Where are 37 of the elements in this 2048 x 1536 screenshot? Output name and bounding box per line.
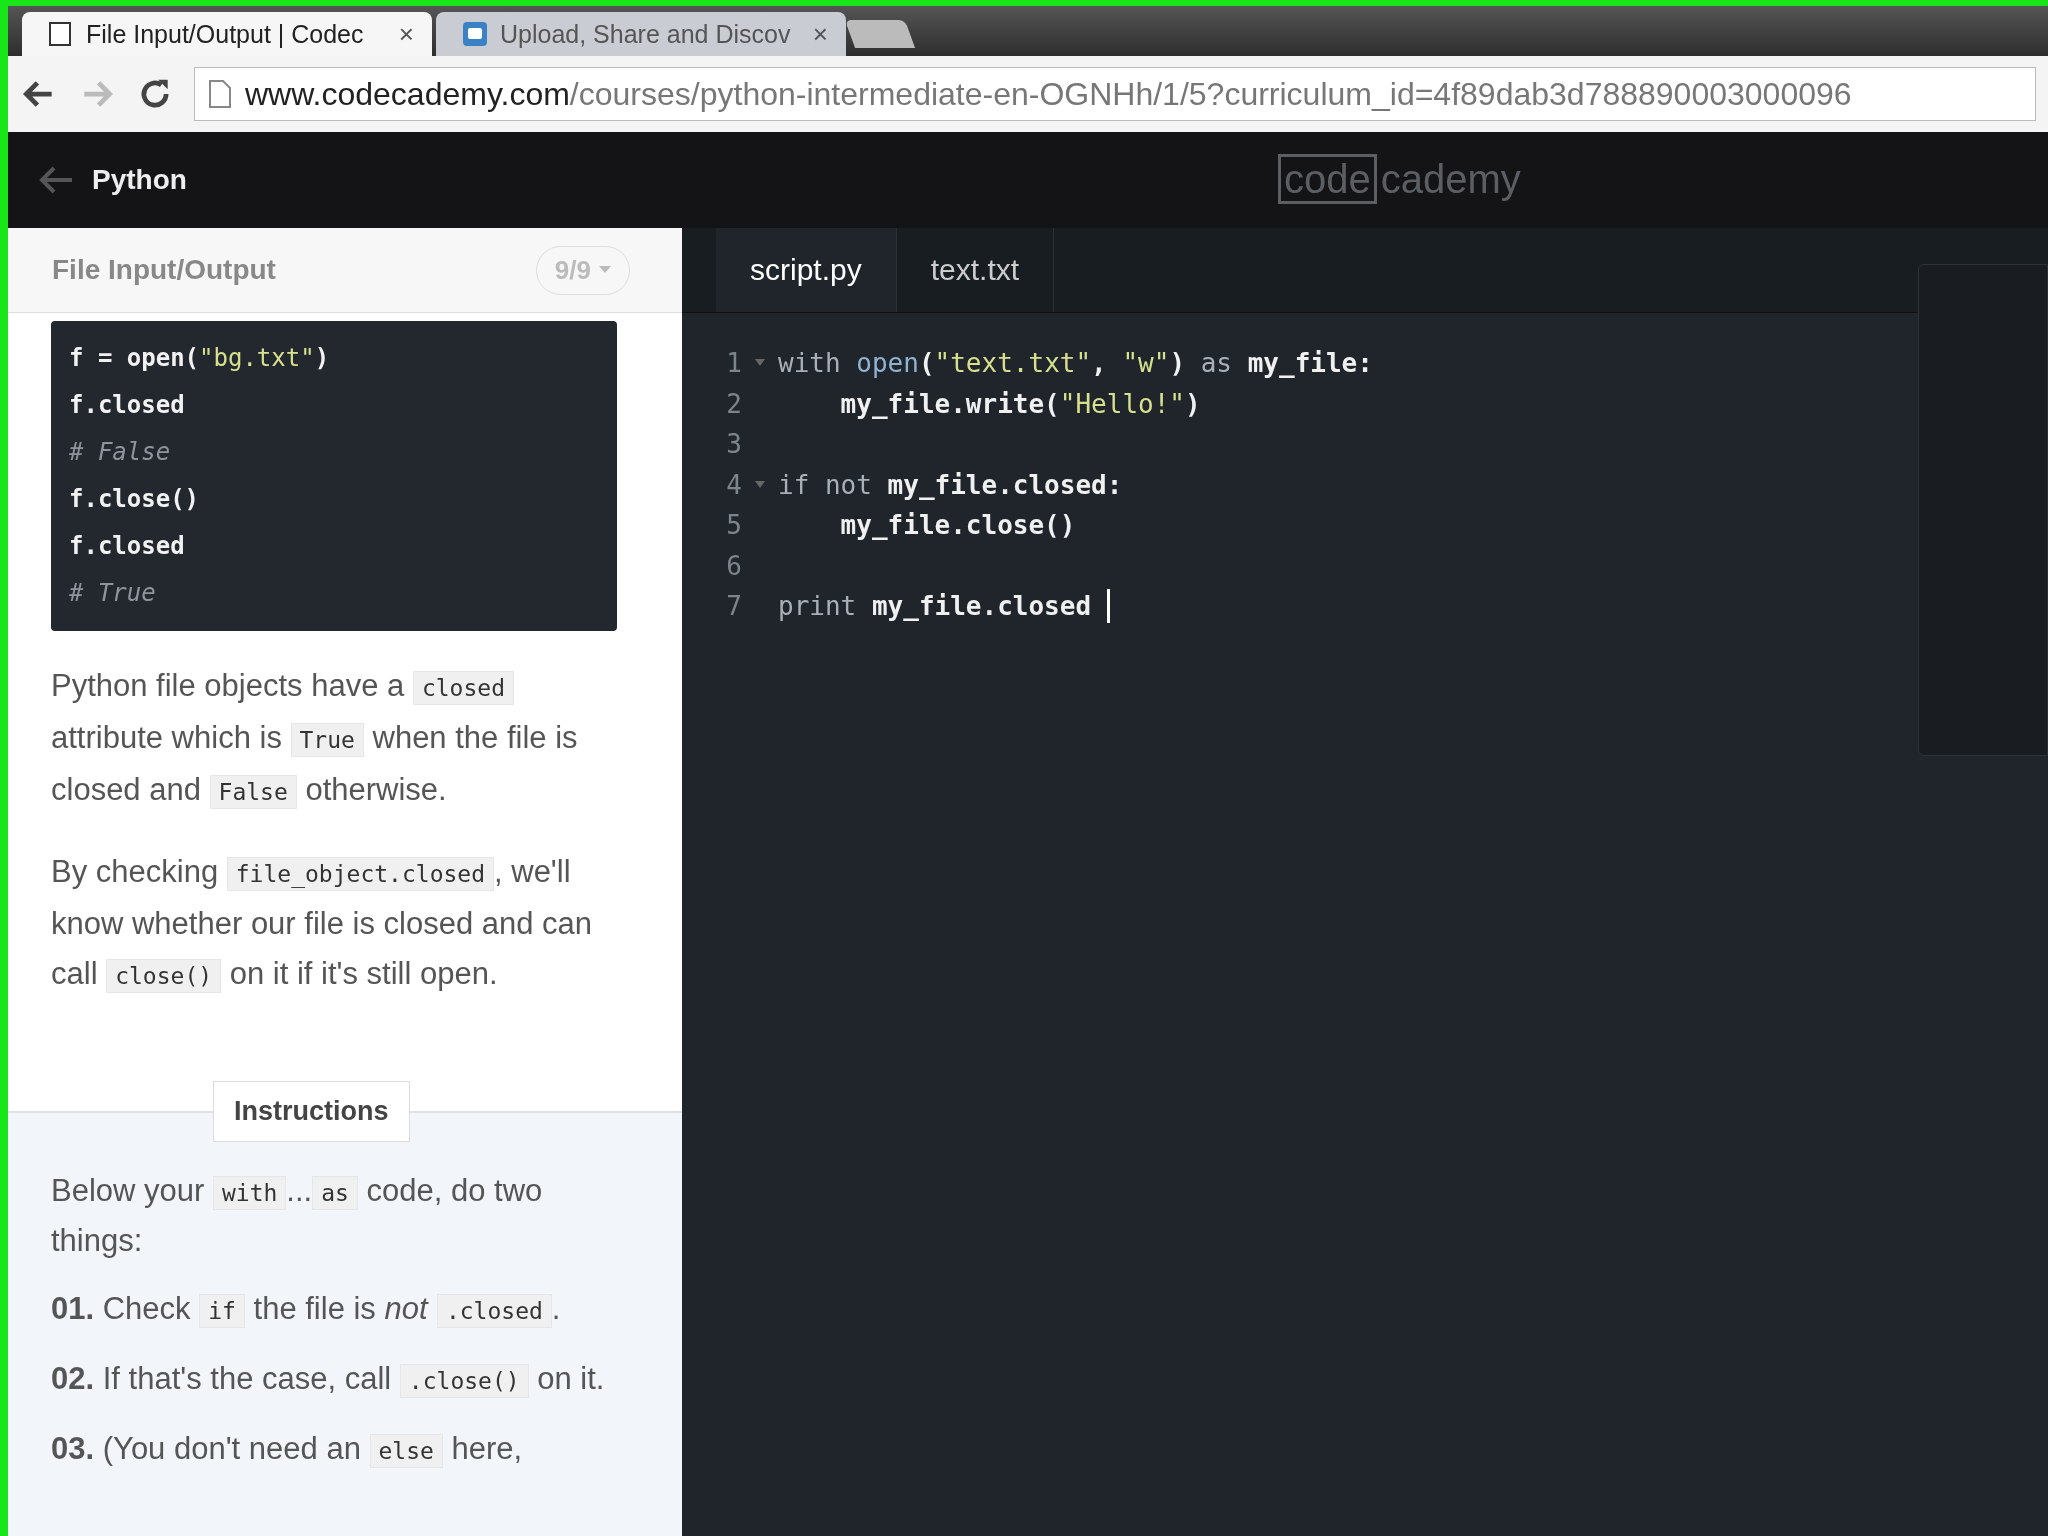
file-tab[interactable]: script.py (716, 228, 897, 312)
back-arrow-icon[interactable] (38, 165, 74, 195)
line-number: 7 (725, 591, 742, 622)
code-line: print my_file.closed (778, 591, 1093, 622)
code-line: if not my_file.closed: (778, 469, 1123, 500)
caret-icon (599, 266, 611, 274)
instruction-text: 02. If that's the case, call .close() on it. (51, 1360, 606, 1400)
line-number: 5 (725, 510, 742, 541)
app-icon (462, 21, 488, 47)
close-icon[interactable]: × (398, 18, 414, 50)
instruction-text: 01. Check if the file is not .closed . (51, 1290, 562, 1330)
line-number: 3 (725, 429, 742, 460)
address-field[interactable]: www.codecademy.com/courses/python-intermediate-en-OGNHh/1/5?curriculum_id=4f89dab3d788890003000096 (194, 67, 2036, 121)
page-icon (48, 21, 74, 47)
fold-icon[interactable] (755, 359, 765, 368)
instruction-text: Below your with ... as code, do two things: (51, 1172, 544, 1260)
line-number: 6 (725, 550, 742, 581)
code-line: with open("text.txt", "w") as my_file: (778, 348, 1373, 379)
paragraph: By checking file_object.closed , we'll know whether our file is closed and can call close() on it if it's still open. (51, 853, 594, 995)
paragraph: Python file objects have a closed attribute which is True when the file is closed and False otherwise. (51, 667, 579, 811)
page-icon (209, 80, 231, 108)
instruction-text: 03. (You don't need an else here, (51, 1430, 524, 1470)
file-tab[interactable]: text.txt (896, 228, 1055, 312)
code-line: my_file.write("Hello!") (839, 388, 1201, 419)
code-example: f = open("bg.txt") f.closed # False f.close() f.closed # True (51, 321, 617, 631)
line-number: 1 (725, 348, 742, 379)
fold-icon[interactable] (755, 480, 765, 489)
browser-tab[interactable]: Upload, Share and Discov × (436, 12, 846, 56)
lesson-title: File Input/Output (52, 254, 276, 286)
instructions-heading: Instructions (213, 1081, 410, 1142)
new-tab-button[interactable] (844, 20, 916, 48)
code-line: my_file.close() (839, 510, 1076, 541)
browser-tab[interactable]: File Input/Output | Codec × (22, 12, 432, 56)
course-title: Python (92, 164, 187, 196)
line-number: 2 (725, 388, 742, 419)
close-icon[interactable]: × (812, 18, 828, 50)
line-number: 4 (725, 469, 742, 500)
